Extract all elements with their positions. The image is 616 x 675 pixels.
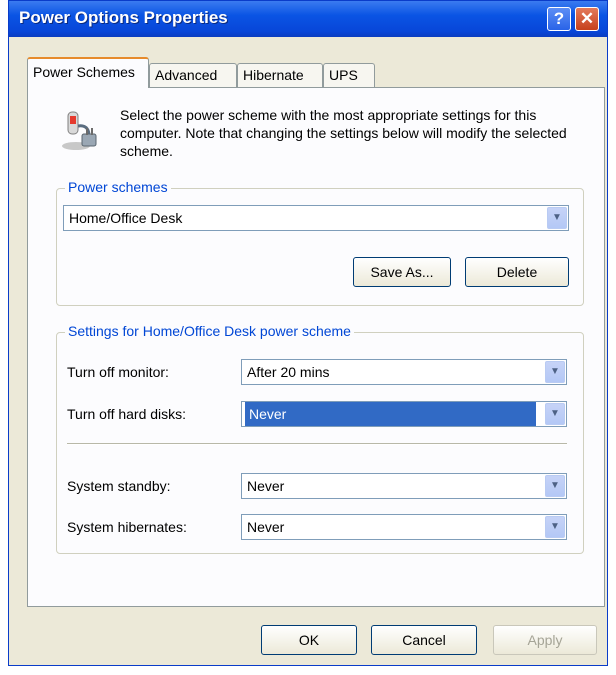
hard-disks-value: Never: [245, 402, 536, 426]
hard-disks-select[interactable]: Never ▼: [241, 401, 567, 427]
power-scheme-select[interactable]: Home/Office Desk ▼: [63, 205, 569, 231]
apply-button[interactable]: Apply: [493, 625, 597, 655]
title-bar[interactable]: Power Options Properties ? ✕: [9, 1, 607, 37]
power-scheme-icon: [62, 111, 97, 150]
help-button[interactable]: ?: [547, 7, 571, 31]
tab-ups[interactable]: UPS: [323, 63, 375, 87]
hard-disks-label: Turn off hard disks:: [67, 406, 187, 422]
scheme-settings-legend: Settings for Home/Office Desk power sche…: [65, 323, 354, 339]
monitor-label: Turn off monitor:: [67, 364, 169, 380]
hibernate-value: Never: [247, 519, 285, 535]
hibernate-label: System hibernates:: [67, 519, 187, 535]
intro-text: Select the power scheme with the most ap…: [120, 107, 567, 159]
cancel-button[interactable]: Cancel: [371, 625, 477, 655]
monitor-select[interactable]: After 20 mins ▼: [241, 359, 567, 385]
power-scheme-value: Home/Office Desk: [69, 210, 183, 226]
chevron-down-icon[interactable]: ▼: [545, 516, 565, 538]
hibernate-select[interactable]: Never ▼: [241, 514, 567, 540]
tab-hibernate[interactable]: Hibernate: [237, 63, 323, 87]
power-schemes-panel: Select the power scheme with the most ap…: [27, 87, 605, 607]
tab-power-schemes[interactable]: Power Schemes: [27, 57, 149, 88]
standby-select[interactable]: Never ▼: [241, 473, 567, 499]
window-title: Power Options Properties: [19, 8, 228, 27]
chevron-down-icon[interactable]: ▼: [547, 207, 567, 229]
power-options-window: Power Options Properties ? ✕ Power Schem…: [8, 0, 608, 666]
power-schemes-group: Power schemes Home/Office Desk ▼ Save As…: [56, 179, 584, 306]
ok-button[interactable]: OK: [261, 625, 357, 655]
chevron-down-icon[interactable]: ▼: [545, 361, 565, 383]
divider: [67, 443, 567, 445]
tab-advanced[interactable]: Advanced: [149, 63, 237, 87]
scheme-settings-group: Settings for Home/Office Desk power sche…: [56, 323, 584, 554]
close-button[interactable]: ✕: [575, 7, 599, 31]
standby-label: System standby:: [67, 478, 171, 494]
delete-button[interactable]: Delete: [465, 257, 569, 287]
chevron-down-icon[interactable]: ▼: [545, 403, 565, 425]
save-as-button[interactable]: Save As...: [353, 257, 451, 287]
chevron-down-icon[interactable]: ▼: [545, 475, 565, 497]
monitor-value: After 20 mins: [247, 364, 330, 380]
standby-value: Never: [247, 478, 285, 494]
power-schemes-legend: Power schemes: [65, 179, 171, 195]
